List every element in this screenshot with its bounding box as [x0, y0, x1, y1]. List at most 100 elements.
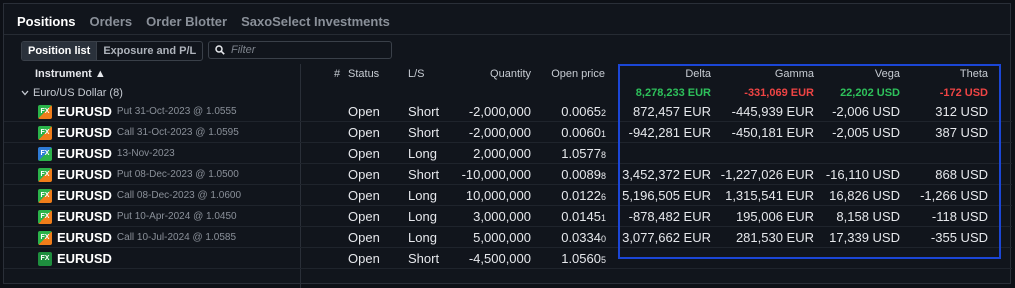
- exposure-pl-toggle[interactable]: Exposure and P/L: [97, 42, 202, 60]
- row-divider: [4, 268, 1012, 269]
- table-row[interactable]: FX EURUSD Call 08-Dec-2023 @ 1.0600 Open Lon…: [4, 185, 1012, 206]
- quantity-cell: -4,500,000: [468, 251, 531, 266]
- quantity-cell: 2,000,000: [473, 146, 531, 161]
- open-price-cell: 0.01226: [534, 188, 606, 203]
- open-price-pip: 6: [600, 192, 606, 202]
- instrument-detail: Put 31-Oct-2023 @ 1.0555: [116, 106, 237, 117]
- table-row[interactable]: FX EURUSD 13-Nov-2023 Open Long 2,000,000 1.05…: [4, 143, 1012, 164]
- instrument-detail: Call 10-Jul-2024 @ 1.0585: [116, 232, 237, 243]
- instrument-cell: FX EURUSD Call 10-Jul-2024 @ 1.0585: [38, 230, 236, 245]
- fx-option-icon: FX: [38, 125, 52, 140]
- tab-bar: Positions Orders Order Blotter SaxoSelec…: [17, 14, 390, 29]
- theta-cell: -355 USD: [930, 230, 988, 245]
- status-cell: Open: [348, 230, 380, 245]
- tab-orders[interactable]: Orders: [90, 14, 133, 29]
- instrument-cell: FX EURUSD Put 10-Apr-2024 @ 1.0450: [38, 209, 237, 224]
- tab-divider: [4, 34, 1010, 35]
- table-row[interactable]: FX EURUSD Call 10-Jul-2024 @ 1.0585 Open Lon…: [4, 227, 1012, 248]
- ls-cell: Short: [408, 251, 440, 266]
- status-cell: Open: [348, 125, 380, 140]
- instrument-detail: 13-Nov-2023: [116, 148, 175, 159]
- tab-order-blotter[interactable]: Order Blotter: [146, 14, 227, 29]
- tab-positions[interactable]: Positions: [17, 14, 76, 29]
- instrument-cell: FX EURUSD Put 31-Oct-2023 @ 1.0555: [38, 104, 237, 119]
- positions-panel: Positions Orders Order Blotter SaxoSelec…: [3, 3, 1012, 288]
- fx-spot-icon: FX: [38, 251, 52, 266]
- instrument-detail: Put 08-Dec-2023 @ 1.0500: [116, 169, 239, 180]
- vega-cell: -2,005 USD: [832, 125, 900, 140]
- column-header-count[interactable]: #: [334, 68, 340, 80]
- gamma-cell: 281,530 EUR: [735, 230, 814, 245]
- gamma-cell: 195,006 EUR: [735, 209, 814, 224]
- instrument-symbol: EURUSD: [57, 230, 112, 245]
- instrument-symbol: EURUSD: [57, 104, 112, 119]
- quantity-cell: 10,000,000: [465, 188, 531, 203]
- status-cell: Open: [348, 146, 380, 161]
- search-icon: [215, 45, 225, 55]
- open-price-cell: 0.00898: [534, 167, 606, 182]
- open-price-pip: 2: [600, 108, 606, 118]
- instrument-detail: Call 08-Dec-2023 @ 1.0600: [116, 190, 242, 201]
- instrument-cell: FX EURUSD Call 08-Dec-2023 @ 1.0600: [38, 188, 241, 203]
- instrument-symbol: EURUSD: [57, 167, 112, 182]
- table-row[interactable]: FX EURUSD Open Short -4,500,000 1.05605: [4, 248, 1012, 269]
- column-header-ls[interactable]: L/S: [408, 68, 425, 80]
- quantity-cell: -2,000,000: [468, 125, 531, 140]
- status-cell: Open: [348, 209, 380, 224]
- open-price-main: 1.0577: [561, 146, 601, 161]
- ls-cell: Short: [408, 125, 440, 140]
- instrument-cell: FX EURUSD Call 31-Oct-2023 @ 1.0595: [38, 125, 239, 140]
- table-row[interactable]: FX EURUSD Put 31-Oct-2023 @ 1.0555 Open Shor…: [4, 101, 1012, 122]
- quantity-cell: 3,000,000: [473, 209, 531, 224]
- open-price-pip: 8: [600, 171, 606, 181]
- tab-saxoselect-investments[interactable]: SaxoSelect Investments: [241, 14, 390, 29]
- theta-cell: 312 USD: [935, 104, 988, 119]
- vega-cell: -2,006 USD: [832, 104, 900, 119]
- column-header-gamma[interactable]: Gamma: [716, 68, 814, 80]
- instrument-cell: FX EURUSD 13-Nov-2023: [38, 146, 175, 161]
- quantity-cell: 5,000,000: [473, 230, 531, 245]
- open-price-main: 1.0560: [561, 251, 601, 266]
- instrument-symbol: EURUSD: [57, 251, 112, 266]
- fx-option-icon: FX: [38, 167, 52, 182]
- delta-cell: 5,196,505 EUR: [622, 188, 711, 203]
- instrument-cell: FX EURUSD Put 08-Dec-2023 @ 1.0500: [38, 167, 239, 182]
- ls-cell: Long: [408, 209, 437, 224]
- fx-option-icon: FX: [38, 209, 52, 224]
- gamma-cell: -450,181 EUR: [731, 125, 814, 140]
- table-row[interactable]: FX EURUSD Call 31-Oct-2023 @ 1.0595 Open Sho…: [4, 122, 1012, 143]
- column-header-vega[interactable]: Vega: [818, 68, 900, 80]
- column-header-open-price[interactable]: Open price: [534, 68, 605, 80]
- open-price-main: 0.0060: [561, 125, 601, 140]
- gamma-cell: -1,227,026 EUR: [720, 167, 814, 182]
- ls-cell: Short: [408, 104, 440, 119]
- open-price-main: 0.0145: [561, 209, 601, 224]
- ls-cell: Long: [408, 188, 437, 203]
- column-header-status[interactable]: Status: [348, 68, 379, 80]
- instrument-detail: Call 31-Oct-2023 @ 1.0595: [116, 127, 239, 138]
- delta-cell: -942,281 EUR: [628, 125, 711, 140]
- group-row-eurusd[interactable]: Euro/US Dollar (8): [21, 87, 123, 99]
- group-vega-total: 22,202 USD: [840, 87, 900, 99]
- column-header-quantity[interactable]: Quantity: [464, 68, 531, 80]
- group-gamma-total: -331,069 EUR: [744, 87, 814, 99]
- table-row[interactable]: FX EURUSD Put 10-Apr-2024 @ 1.0450 Open Long…: [4, 206, 1012, 227]
- open-price-cell: 0.03340: [534, 230, 606, 245]
- filter-input[interactable]: [231, 44, 381, 56]
- instrument-symbol: EURUSD: [57, 209, 112, 224]
- column-header-instrument[interactable]: Instrument ▲: [35, 68, 106, 80]
- chevron-down-icon[interactable]: [21, 90, 29, 96]
- delta-cell: 3,077,662 EUR: [622, 230, 711, 245]
- table-row[interactable]: FX EURUSD Put 08-Dec-2023 @ 1.0500 Open Shor…: [4, 164, 1012, 185]
- ls-cell: Short: [408, 167, 440, 182]
- quantity-cell: -2,000,000: [468, 104, 531, 119]
- open-price-main: 0.0065: [561, 104, 601, 119]
- column-header-delta[interactable]: Delta: [619, 68, 711, 80]
- theta-cell: -118 USD: [931, 209, 988, 224]
- vega-cell: -16,110 USD: [825, 167, 900, 182]
- theta-cell: 868 USD: [935, 167, 988, 182]
- position-list-toggle[interactable]: Position list: [22, 42, 98, 60]
- status-cell: Open: [348, 167, 380, 182]
- column-header-theta[interactable]: Theta: [904, 68, 988, 80]
- vega-cell: 17,339 USD: [829, 230, 900, 245]
